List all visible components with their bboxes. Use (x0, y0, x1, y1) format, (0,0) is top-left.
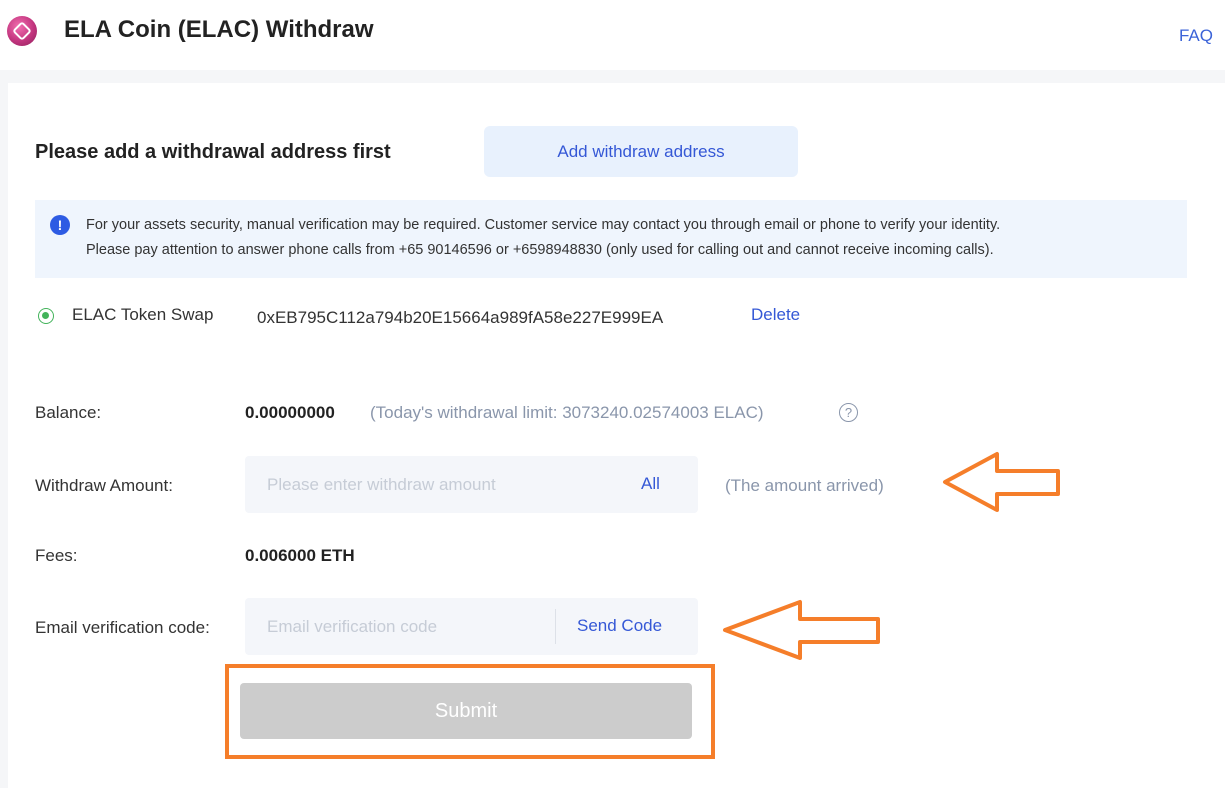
email-code-input[interactable] (245, 598, 545, 655)
security-notice: ! For your assets security, manual verif… (35, 200, 1187, 278)
amount-arrived-text: (The amount arrived) (725, 476, 884, 495)
balance-value: 0.00000000 (245, 403, 335, 422)
annotation-arrow-code-icon (723, 600, 880, 660)
fees-value: 0.006000 ETH (245, 546, 355, 565)
balance-label: Balance: (35, 403, 102, 422)
send-code-button[interactable]: Send Code (577, 616, 662, 636)
help-icon[interactable]: ? (839, 403, 858, 422)
email-code-label: Email verification code: (35, 618, 210, 637)
address-radio[interactable] (38, 308, 54, 324)
withdrawal-limit-text: (Today's withdrawal limit: 3073240.02574… (370, 403, 764, 422)
add-address-heading: Please add a withdrawal address first (35, 141, 391, 163)
faq-link[interactable]: FAQ (1179, 26, 1213, 46)
fees-label: Fees: (35, 546, 78, 565)
field-divider (555, 609, 556, 644)
withdraw-card: Please add a withdrawal address first Ad… (8, 83, 1225, 788)
withdraw-amount-label: Withdraw Amount: (35, 476, 173, 495)
notice-text-line-2: Please pay attention to answer phone cal… (86, 242, 994, 258)
withdraw-amount-field: All (245, 456, 698, 513)
withdraw-amount-input[interactable] (245, 456, 605, 513)
page-header: ELA Coin (ELAC) Withdraw FAQ (0, 0, 1225, 70)
address-label: ELAC Token Swap (72, 305, 214, 324)
email-code-field: Send Code (245, 598, 698, 655)
address-value: 0xEB795C112a794b20E15664a989fA58e227E999… (257, 308, 664, 327)
address-option[interactable]: ELAC Token Swap 0xEB795C112a794b20E15664… (38, 305, 938, 329)
notice-text-line-1: For your assets security, manual verific… (86, 217, 1001, 233)
add-withdraw-address-button[interactable]: Add withdraw address (484, 126, 798, 177)
all-amount-button[interactable]: All (641, 474, 660, 494)
delete-address-link[interactable]: Delete (751, 305, 800, 325)
info-icon: ! (50, 215, 70, 235)
elac-coin-icon (7, 16, 37, 46)
page-title: ELA Coin (ELAC) Withdraw (64, 16, 374, 43)
submit-button[interactable]: Submit (240, 683, 692, 739)
annotation-arrow-amount-icon (943, 452, 1060, 512)
